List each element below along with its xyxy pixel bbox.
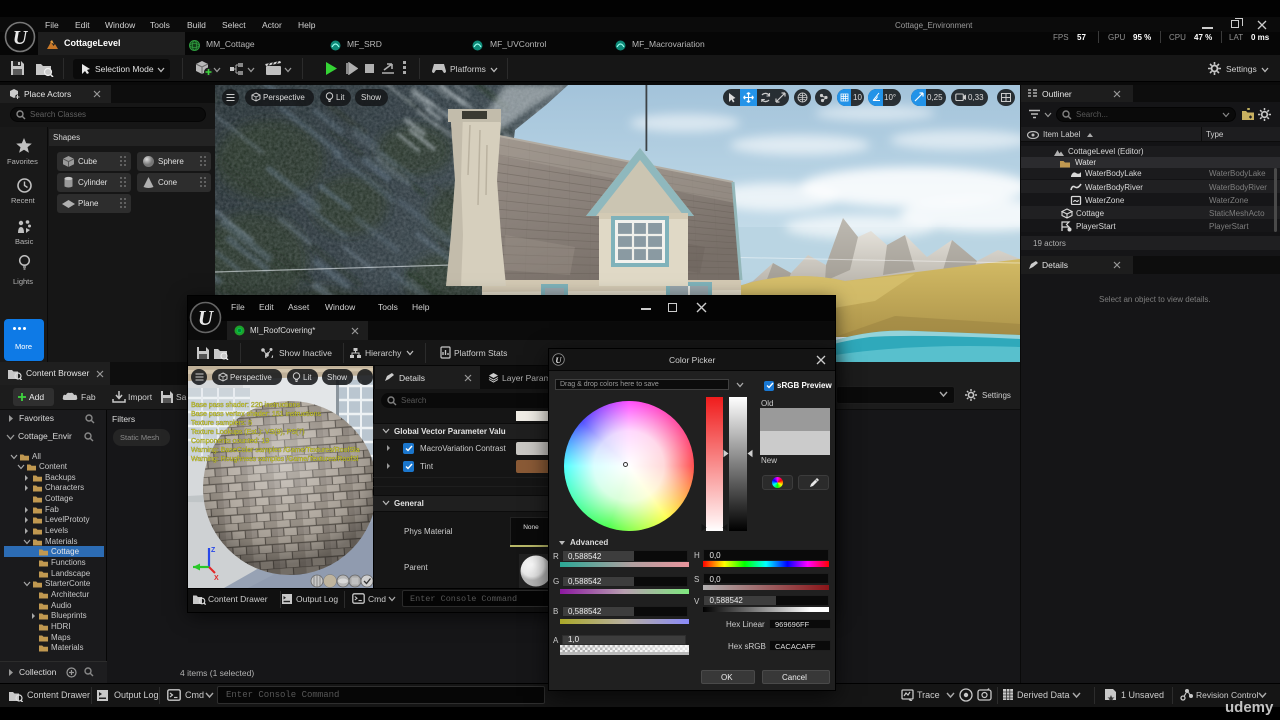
svg-text:Warning: Roughness samples /Ga: Warning: Roughness samples /Game/Texture… [191, 456, 359, 463]
svg-text:U: U [555, 355, 562, 365]
svg-text:Base pass shader: 220 instruct: Base pass shader: 220 instructions [191, 402, 300, 409]
svg-text:Base pass vertex shader: 151 i: Base pass vertex shader: 151 instruction… [191, 411, 321, 418]
svg-text:Components counted: 19: Components counted: 19 [191, 438, 269, 445]
svg-text:Warning: BaseColor samples /Ga: Warning: BaseColor samples /Game/Texture… [191, 447, 360, 454]
svg-text:Texture Lookups (Est.): VS(9),: Texture Lookups (Est.): VS(9), PS(7) [191, 429, 305, 436]
svg-text:U: U [198, 306, 215, 330]
svg-text:Z: Z [211, 547, 216, 554]
svg-text:Texture samplers: 5: Texture samplers: 5 [191, 420, 252, 427]
svg-text:U: U [13, 27, 29, 49]
svg-text:X: X [214, 575, 219, 582]
